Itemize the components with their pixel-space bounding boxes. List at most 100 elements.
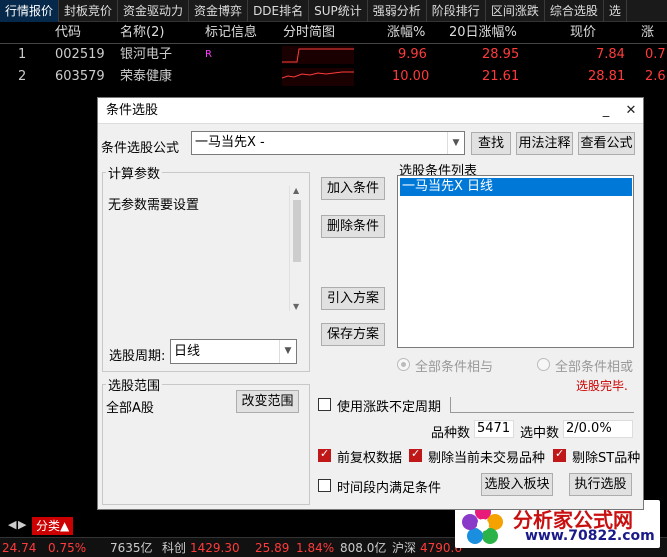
params-scrollbar[interactable]: ▲ ▼: [289, 186, 304, 311]
exclude-notrade-label: 剔除当前未交易品种: [428, 451, 546, 466]
header-change20[interactable]: 20日涨幅%: [449, 22, 517, 44]
top-tab[interactable]: 选: [604, 0, 627, 22]
period-select[interactable]: 日线 ▼: [170, 339, 297, 364]
selected-value: 2/0.0%: [566, 421, 612, 436]
header-price[interactable]: 现价: [570, 22, 596, 44]
category-tab[interactable]: 分类▲: [32, 517, 74, 535]
save-scheme-button[interactable]: 保存方案: [321, 323, 385, 346]
row-price: 7.84: [596, 47, 625, 62]
logo-url: www.70822.com: [525, 528, 655, 544]
formula-value: 一马当先X -: [195, 135, 265, 150]
quote-table-header: 代码 名称(2) 标记信息 分时简图 涨幅% 20日涨幅% 现价 涨: [0, 22, 667, 44]
change-range-button[interactable]: 改变范围: [236, 390, 299, 413]
delete-condition-button[interactable]: 删除条件: [321, 215, 385, 238]
count-field: 5471: [474, 420, 514, 438]
sparkline-chart: [282, 46, 354, 64]
minimize-icon[interactable]: _: [595, 100, 617, 122]
adjust-data-checkbox[interactable]: [318, 447, 331, 462]
view-formula-button[interactable]: 查看公式: [578, 132, 635, 155]
chevron-down-icon[interactable]: ▼: [447, 132, 464, 154]
uncertain-period-label: 使用涨跌不定周期: [337, 400, 442, 415]
uncertain-period-checkbox[interactable]: [318, 398, 331, 411]
row-change: 9.96: [398, 47, 427, 62]
row-change20: 28.95: [482, 47, 520, 62]
row-index: 2: [18, 69, 27, 84]
params-title: 计算参数: [106, 163, 163, 182]
row-change20: 21.61: [482, 69, 520, 84]
top-tab[interactable]: 资金博弈: [189, 0, 249, 22]
top-tab-bar: 行情报价 封板竞价 资金驱动力 资金博弈 DDE排名 SUP统计 强弱分析 阶段排行 区间涨跌综…: [0, 0, 667, 22]
row-index: 1: [18, 47, 27, 62]
import-scheme-button[interactable]: 引入方案: [321, 287, 385, 310]
row-extra: 0.7: [645, 47, 666, 62]
top-tab[interactable]: 区间涨跌: [486, 0, 545, 22]
table-row[interactable]: 1 002519 银河电子 R 9.96 28.95 7.84 0.7: [0, 44, 667, 66]
progress-bar: [450, 397, 634, 413]
selected-label: 选中数: [520, 426, 560, 441]
header-name[interactable]: 名称(2): [120, 22, 164, 44]
scroll-up-icon[interactable]: ▲: [293, 186, 299, 195]
status-value-5: 1.84%: [296, 541, 335, 555]
formula-label: 条件选股公式: [101, 141, 180, 156]
chevron-down-icon[interactable]: ▼: [279, 340, 296, 363]
header-extra[interactable]: 涨: [641, 22, 654, 44]
top-tab[interactable]: 行情报价: [0, 0, 60, 22]
usage-notes-button[interactable]: 用法注释: [516, 132, 573, 155]
range-value: 全部A股: [106, 401, 154, 416]
formula-combo[interactable]: 一马当先X - ▼: [191, 131, 465, 155]
status-value-3: 7635亿: [110, 541, 153, 555]
radio-all-and-label: 全部条件相与: [415, 360, 494, 375]
scroll-left-arrow[interactable]: ◀: [8, 518, 16, 531]
adjust-data-label: 前复权数据: [337, 451, 403, 466]
top-tab[interactable]: DDE排名: [248, 0, 310, 22]
scroll-down-icon[interactable]: ▼: [293, 302, 299, 311]
condition-selection-dialog: 条件选股 _ ✕ 条件选股公式 一马当先X - ▼ 查找 用法注释 查看公式 计…: [97, 97, 644, 510]
close-icon[interactable]: ✕: [620, 100, 642, 122]
list-item[interactable]: 一马当先X 日线: [400, 178, 632, 196]
header-change[interactable]: 涨幅%: [387, 22, 425, 44]
period-satisfy-checkbox[interactable]: [318, 479, 331, 492]
status-value-1: 24.74: [2, 541, 37, 555]
selected-field: 2/0.0%: [563, 420, 633, 438]
radio-all-or[interactable]: [537, 358, 550, 371]
find-button[interactable]: 查找: [471, 132, 511, 155]
row-change: 10.00: [392, 69, 430, 84]
kechuang-label: 科创: [162, 541, 187, 555]
header-mark[interactable]: 标记信息: [205, 22, 257, 44]
row-name: 银河电子: [120, 47, 173, 62]
table-row[interactable]: 2 603579 荣泰健康 10.00 21.61 28.81 2.6: [0, 66, 667, 88]
count-value: 5471: [477, 421, 511, 436]
row-name: 荣泰健康: [120, 69, 173, 84]
dialog-title: 条件选股: [98, 98, 643, 124]
header-sparkline[interactable]: 分时简图: [283, 22, 335, 44]
row-code: 603579: [55, 69, 105, 84]
top-tab[interactable]: 阶段排行: [427, 0, 486, 22]
kechuang-value: 1429.30: [190, 541, 240, 555]
row-mark: R: [205, 49, 212, 60]
execute-selection-button[interactable]: 执行选股: [569, 473, 632, 496]
condition-list[interactable]: [397, 175, 634, 348]
status-done-text: 选股完毕.: [576, 379, 628, 393]
add-condition-button[interactable]: 加入条件: [321, 177, 385, 200]
exclude-st-checkbox[interactable]: [553, 447, 566, 462]
top-tab[interactable]: 综合选股: [545, 0, 604, 22]
top-tab[interactable]: SUP统计: [309, 0, 368, 22]
top-tab[interactable]: 强弱分析: [368, 0, 427, 22]
header-code[interactable]: 代码: [55, 22, 81, 44]
row-price: 28.81: [588, 69, 626, 84]
radio-all-and[interactable]: [397, 358, 410, 371]
range-title: 选股范围: [106, 375, 163, 394]
status-value-2: 0.75%: [48, 541, 87, 555]
top-tab[interactable]: 封板竞价: [59, 0, 119, 22]
scroll-thumb[interactable]: [293, 200, 301, 262]
scroll-right-arrow[interactable]: ▶: [18, 518, 26, 531]
status-value-6: 808.0亿: [340, 541, 387, 555]
top-tab[interactable]: 资金驱动力: [118, 0, 190, 22]
row-extra: 2.6: [645, 69, 666, 84]
add-to-block-button[interactable]: 选股入板块: [481, 473, 553, 496]
exclude-st-label: 剔除ST品种: [572, 451, 641, 466]
count-label: 品种数: [431, 426, 471, 441]
hushen-label: 沪深: [392, 541, 417, 555]
exclude-notrade-checkbox[interactable]: [409, 447, 422, 462]
radio-all-or-label: 全部条件相或: [555, 360, 634, 375]
